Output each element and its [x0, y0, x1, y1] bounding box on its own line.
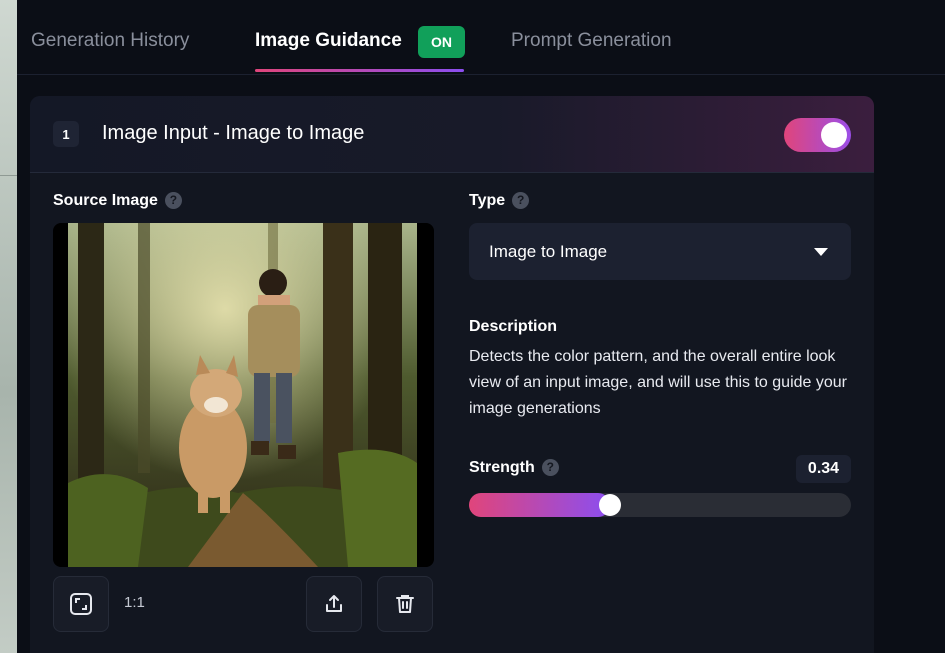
main-panel: Generation History Image Guidance ON Pro…: [17, 0, 945, 653]
strength-value[interactable]: 0.34: [796, 455, 851, 483]
description-title: Description: [469, 318, 558, 335]
card-title: Image Input - Image to Image: [102, 122, 365, 144]
tab-prompt-generation[interactable]: Prompt Generation: [511, 30, 672, 52]
strength-slider-knob[interactable]: [599, 494, 621, 516]
source-image-label-text: Source Image: [53, 192, 158, 209]
forest-boy-dog-image: [68, 223, 417, 567]
trash-icon: [396, 595, 414, 613]
delete-button[interactable]: [377, 576, 433, 632]
tab-generation-history[interactable]: Generation History: [31, 30, 189, 52]
aspect-ratio-icon: [70, 593, 92, 615]
tab-bar: Generation History Image Guidance ON Pro…: [17, 0, 945, 75]
chevron-down-icon: [814, 248, 828, 256]
strength-slider-fill: [469, 493, 610, 517]
type-select-value: Image to Image: [489, 242, 608, 261]
upload-button[interactable]: [306, 576, 362, 632]
help-icon[interactable]: ?: [512, 192, 530, 209]
source-image-label: Source Image?: [53, 192, 182, 210]
aspect-ratio-button[interactable]: [53, 576, 109, 632]
help-icon[interactable]: ?: [541, 459, 559, 476]
active-tab-indicator: [255, 69, 464, 72]
background-scenery: [0, 0, 18, 653]
upload-icon: [326, 595, 342, 612]
tab-image-guidance[interactable]: Image Guidance: [255, 30, 402, 52]
on-badge: ON: [418, 26, 465, 58]
step-number-badge: 1: [53, 121, 79, 147]
image-input-card: 1 Image Input - Image to Image Source Im…: [30, 96, 874, 653]
strength-slider[interactable]: [469, 493, 851, 517]
type-select[interactable]: Image to Image: [469, 223, 851, 280]
help-icon[interactable]: ?: [164, 192, 182, 209]
card-header: 1 Image Input - Image to Image: [30, 96, 874, 173]
strength-label: Strength?: [469, 459, 559, 477]
description-text: Detects the color pattern, and the overa…: [469, 348, 847, 417]
type-label: Type?: [469, 192, 530, 210]
type-label-text: Type: [469, 192, 506, 209]
toggle-knob: [821, 122, 847, 148]
aspect-ratio-label: 1:1: [124, 594, 145, 611]
source-image-preview[interactable]: [53, 223, 434, 567]
enable-toggle[interactable]: [784, 118, 851, 152]
strength-label-text: Strength: [469, 459, 535, 476]
